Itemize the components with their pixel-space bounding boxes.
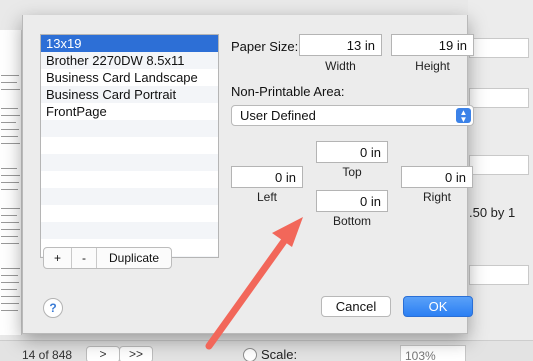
custom-paper-size-sheet: 13x19 Brother 2270DW 8.5x11 Business Car… (22, 15, 474, 334)
list-item-empty (41, 222, 218, 239)
margin-top-field[interactable]: 0 in (316, 141, 388, 163)
paper-height-field[interactable]: 19 in (391, 34, 474, 56)
margin-right-field[interactable]: 0 in (401, 166, 473, 188)
cancel-button[interactable]: Cancel (321, 296, 391, 317)
remove-size-button[interactable]: - (72, 248, 98, 268)
list-controls: + - Duplicate (43, 247, 173, 269)
scale-field[interactable]: 103% (400, 345, 466, 361)
background-paper-size-text: .50 by 1 (469, 205, 516, 220)
margin-left-label: Left (256, 190, 277, 204)
height-label: Height (415, 59, 450, 73)
list-item[interactable]: Brother 2270DW 8.5x11 (41, 52, 218, 69)
margin-right-label: Right (422, 190, 451, 204)
list-item-empty (41, 171, 218, 188)
page-counter: 14 of 848 (22, 348, 73, 361)
duplicate-button[interactable]: Duplicate (97, 248, 171, 268)
last-page-button[interactable]: >> (119, 346, 153, 361)
list-item-empty (41, 120, 218, 137)
scale-label: Scale: (261, 347, 298, 361)
list-item-empty (41, 205, 218, 222)
margin-top-label: Top (342, 165, 362, 179)
non-printable-area-select[interactable]: User Defined ▲ ▼ (231, 105, 474, 126)
background-field[interactable] (469, 88, 529, 108)
list-item[interactable]: Business Card Landscape (41, 69, 218, 86)
margin-left-field[interactable]: 0 in (231, 166, 303, 188)
background-field[interactable] (469, 265, 529, 285)
ok-button[interactable]: OK (403, 296, 473, 317)
list-item[interactable]: 13x19 (41, 35, 218, 52)
document-preview-edge (0, 30, 22, 335)
margin-bottom-label: Bottom (332, 214, 371, 228)
up-down-chevron-icon: ▲ ▼ (456, 108, 471, 124)
background-field[interactable] (469, 155, 529, 175)
list-item-empty (41, 188, 218, 205)
list-item-empty (41, 154, 218, 171)
scale-radio[interactable] (243, 348, 257, 361)
list-item-empty (41, 137, 218, 154)
width-label: Width (325, 59, 356, 73)
paper-size-list[interactable]: 13x19 Brother 2270DW 8.5x11 Business Car… (40, 34, 219, 258)
add-size-button[interactable]: + (44, 248, 73, 268)
margin-bottom-field[interactable]: 0 in (316, 190, 388, 212)
next-page-button[interactable]: > (86, 346, 120, 361)
paper-size-label: Paper Size: (231, 39, 299, 54)
list-item[interactable]: FrontPage (41, 103, 218, 120)
non-printable-selected-value: User Defined (240, 108, 316, 123)
background-field[interactable] (469, 38, 529, 58)
list-item[interactable]: Business Card Portrait (41, 86, 218, 103)
question-icon[interactable]: ? (43, 298, 63, 318)
paper-width-field[interactable]: 13 in (299, 34, 382, 56)
non-printable-area-label: Non-Printable Area: (231, 84, 345, 99)
